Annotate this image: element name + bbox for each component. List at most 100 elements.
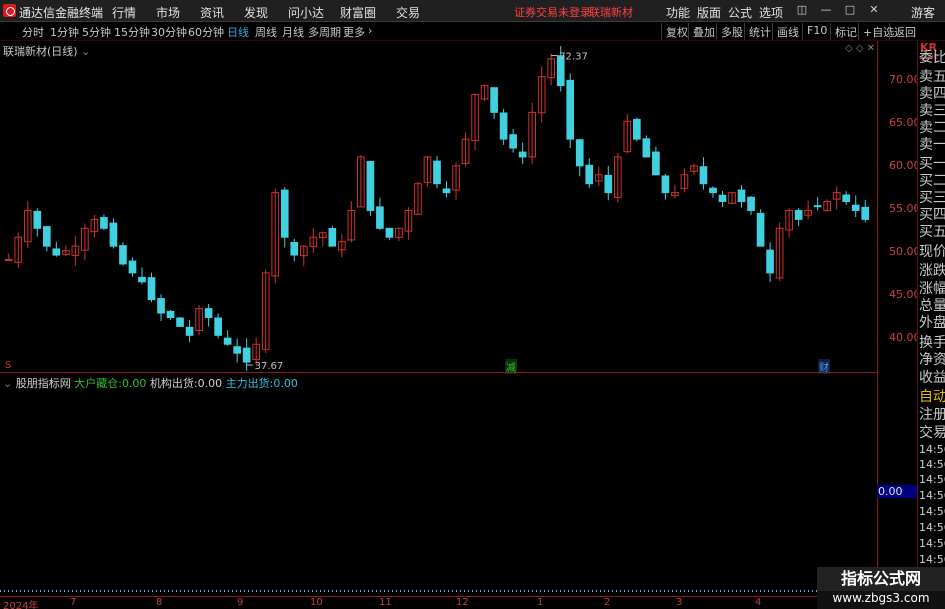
- tick-time: 14:56: [919, 458, 945, 471]
- candle-body: [280, 189, 289, 238]
- register-button[interactable]: 注册: [919, 404, 945, 424]
- indicator-key-1: 大户藏仓:: [74, 377, 122, 390]
- y-tick-55: 55.00: [889, 202, 921, 215]
- candle-body: [718, 194, 727, 203]
- candle-body: [794, 210, 803, 220]
- menu-layout[interactable]: 版面: [697, 4, 721, 21]
- indicator-legend[interactable]: ⌄ 股朋指标网 大户藏仓:0.00 机构出货:0.00 主力出货:0.00: [3, 375, 298, 391]
- candle-body: [42, 226, 51, 247]
- candle-body: [385, 227, 394, 238]
- chevron-down-icon[interactable]: ⌄: [3, 377, 12, 390]
- tick-time: 14:56: [919, 443, 945, 456]
- candle-body: [204, 308, 213, 318]
- tick-time: 14:56: [919, 521, 945, 534]
- tick-time: 14:56: [919, 489, 945, 502]
- overlay-button[interactable]: 叠加: [688, 23, 719, 40]
- candle-body: [575, 139, 584, 167]
- low-price-label: 37.67: [255, 361, 284, 371]
- period-monthly[interactable]: 月线: [282, 24, 304, 40]
- close-icon[interactable]: ✕: [867, 3, 881, 17]
- candle-body: [442, 188, 451, 194]
- candle-body: [214, 317, 222, 336]
- candle-body: [566, 79, 575, 140]
- indicator-value-2: 0.00: [197, 377, 223, 390]
- skin-icon[interactable]: ◫: [795, 3, 809, 17]
- candle-body: [813, 205, 822, 208]
- menu-market[interactable]: 市场: [156, 4, 180, 21]
- menu-functions[interactable]: 功能: [666, 4, 690, 21]
- auto-button[interactable]: 自动: [919, 386, 945, 406]
- menu-formula[interactable]: 公式: [728, 4, 752, 21]
- candle-body: [119, 245, 127, 265]
- quote-row: 收益: [919, 370, 945, 386]
- menu-news[interactable]: 资讯: [200, 4, 224, 21]
- menu-quotes[interactable]: 行情: [112, 4, 136, 21]
- candle-body: [766, 249, 774, 274]
- indicator-value-3: 0.00: [273, 377, 298, 390]
- minimize-icon[interactable]: —: [819, 3, 833, 17]
- y-tick-65: 65.00: [889, 116, 921, 129]
- maximize-icon[interactable]: □: [843, 3, 857, 17]
- menu-wealth[interactable]: 财富圈: [340, 4, 376, 21]
- menu-trade[interactable]: 交易: [396, 4, 420, 21]
- x-tick-label: 3: [676, 597, 683, 608]
- x-tick-label: 4: [755, 597, 762, 608]
- menu-options[interactable]: 选项: [759, 4, 783, 21]
- candle-body: [518, 151, 527, 158]
- candle-body: [109, 222, 118, 247]
- quote-row: 卖一: [919, 137, 945, 153]
- panel-divider: [0, 372, 877, 373]
- menu-ask[interactable]: 问小达: [288, 4, 324, 21]
- period-multi[interactable]: 多周期: [308, 24, 341, 40]
- x-tick-label: 9: [237, 597, 244, 608]
- candle-body: [290, 241, 299, 256]
- candle-body: [499, 112, 508, 140]
- candle-body: [699, 166, 708, 185]
- period-toolbar: 分时 1分钟 5分钟 15分钟 30分钟 60分钟 日线 周线 月线 多周期 更…: [0, 22, 945, 41]
- candle-body: [376, 206, 384, 229]
- mark-button[interactable]: 标记: [830, 23, 861, 40]
- candle-body: [585, 164, 594, 185]
- draw-line-button[interactable]: 画线: [772, 23, 803, 40]
- y-tick-40: 40.00: [889, 331, 921, 344]
- high-price-label: 72.37: [559, 52, 588, 63]
- trade-button[interactable]: 交易: [919, 422, 945, 442]
- menu-bar: 通达信金融终端 行情 市场 资讯 发现 问小达 财富圈 交易 证券交易未登录 联…: [0, 0, 945, 22]
- scroll-indicator[interactable]: [0, 590, 917, 592]
- event-marker-s[interactable]: S: [5, 360, 11, 371]
- indicator-name[interactable]: 股朋指标网: [16, 377, 71, 390]
- chevron-right-icon[interactable]: ›: [368, 24, 372, 37]
- candle-body: [147, 277, 156, 301]
- candle-body: [128, 260, 137, 274]
- menu-discover[interactable]: 发现: [244, 4, 268, 21]
- period-intraday[interactable]: 分时: [22, 24, 44, 40]
- candle-body: [604, 174, 613, 194]
- candlestick-chart[interactable]: 72.37 37.67: [0, 41, 877, 371]
- candle-body: [185, 326, 194, 336]
- login-warning[interactable]: 证券交易未登录: [514, 4, 591, 20]
- indicator-key-2: 机构出货:: [149, 377, 198, 390]
- x-tick-label: 1: [537, 597, 544, 608]
- period-60min[interactable]: 60分钟: [188, 24, 224, 40]
- period-30min[interactable]: 30分钟: [151, 24, 187, 40]
- multi-stock-button[interactable]: 多股: [716, 23, 747, 40]
- guest-label[interactable]: 游客: [911, 4, 935, 21]
- period-1min[interactable]: 1分钟: [50, 24, 79, 40]
- indicator-key-3: 主力出货:: [225, 377, 274, 390]
- date-axis: 2024年 7 8 9 10 11 12 1 2 3 4: [0, 596, 917, 609]
- back-button[interactable]: 返回: [889, 23, 920, 40]
- candle-body: [661, 175, 670, 194]
- candle-body: [842, 194, 851, 203]
- period-more[interactable]: 更多: [343, 24, 365, 40]
- candle-body: [138, 276, 146, 283]
- candle-body: [242, 347, 251, 363]
- statistics-button[interactable]: 统计: [744, 23, 775, 40]
- period-daily[interactable]: 日线: [227, 24, 249, 40]
- quote-row: 现价: [919, 244, 945, 260]
- period-weekly[interactable]: 周线: [255, 24, 277, 40]
- candle-body: [490, 87, 498, 113]
- candle-body: [166, 310, 175, 318]
- period-15min[interactable]: 15分钟: [114, 24, 150, 40]
- period-5min[interactable]: 5分钟: [82, 24, 111, 40]
- f10-button[interactable]: F10: [802, 23, 831, 40]
